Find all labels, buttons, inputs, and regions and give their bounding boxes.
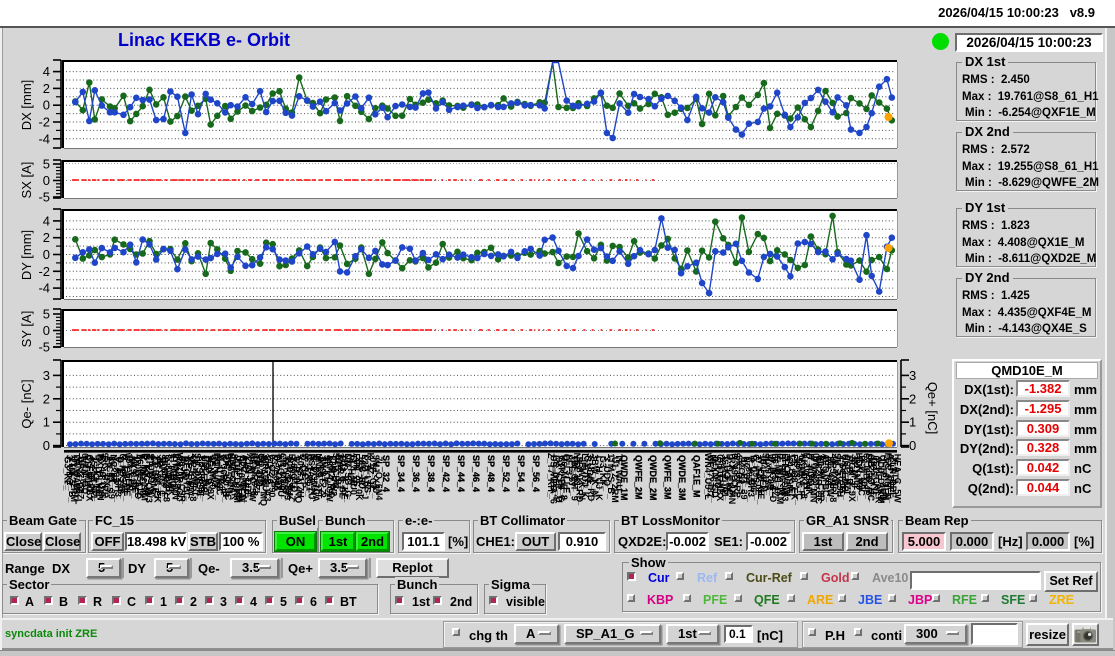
svg-text:0: 0: [909, 438, 916, 453]
svg-text:SP_56_4: SP_56_4: [531, 455, 541, 492]
svg-text:QWDE_2M: QWDE_2M: [648, 455, 658, 501]
svg-text:3: 3: [43, 368, 50, 383]
svg-text:-4: -4: [38, 281, 50, 296]
svg-text:SP_32_4: SP_32_4: [381, 455, 391, 492]
svg-text:4: 4: [43, 213, 50, 228]
svg-text:QWDE_3M: QWDE_3M: [677, 455, 687, 501]
svg-text:QWFE_3M: QWFE_3M: [663, 455, 673, 500]
svg-text:SP_36_4: SP_36_4: [411, 455, 421, 492]
svg-text:SP_46_4: SP_46_4: [471, 455, 481, 492]
svg-text:QAF1E_M: QAF1E_M: [692, 455, 702, 498]
svg-text:QWFE_2M: QWFE_2M: [634, 455, 644, 500]
svg-text:SP_38_4: SP_38_4: [426, 455, 436, 492]
svg-text:-4: -4: [38, 131, 50, 146]
svg-text:SP_34_4: SP_34_4: [396, 455, 406, 492]
svg-text:SP_54_4: SP_54_4: [516, 455, 526, 492]
svg-text:3: 3: [909, 368, 916, 383]
svg-text:SP_52_4: SP_52_4: [501, 455, 511, 492]
svg-text:SP_44_4: SP_44_4: [456, 455, 466, 492]
svg-text:SP_48_4: SP_48_4: [486, 455, 496, 492]
svg-text:QWDE_1M: QWDE_1M: [619, 455, 629, 501]
svg-text:SP_42_4: SP_42_4: [441, 455, 451, 492]
svg-text:0: 0: [43, 438, 50, 453]
svg-text:4: 4: [43, 64, 50, 79]
svg-text:HEA_C_5W: HEA_C_5W: [893, 454, 903, 504]
